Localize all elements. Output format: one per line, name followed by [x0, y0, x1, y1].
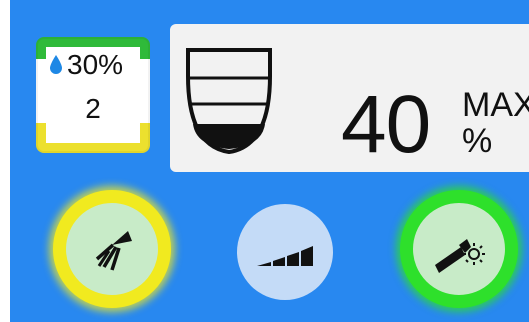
control-panel: 30% 2 40 MAX %	[10, 0, 529, 322]
bowl-level-icon	[186, 48, 272, 155]
spray-icon	[95, 231, 132, 271]
water-percent-row: 30%	[48, 50, 123, 80]
water-percent-value: 30%	[67, 49, 124, 80]
handpiece-light-icon	[435, 239, 485, 273]
spray-button[interactable]	[53, 190, 171, 308]
water-level-value: 2	[85, 93, 101, 124]
water-status-badge[interactable]: 30% 2	[36, 37, 150, 153]
speed-value: 40	[341, 79, 431, 170]
speed-max-label: MAX	[462, 86, 529, 124]
speed-display: 40 MAX %	[170, 24, 529, 172]
power-bars-icon	[257, 246, 313, 266]
power-level-button[interactable]	[237, 204, 333, 300]
water-drop-icon	[50, 55, 62, 74]
speed-unit-label: %	[462, 122, 493, 160]
light-button[interactable]	[400, 190, 518, 308]
